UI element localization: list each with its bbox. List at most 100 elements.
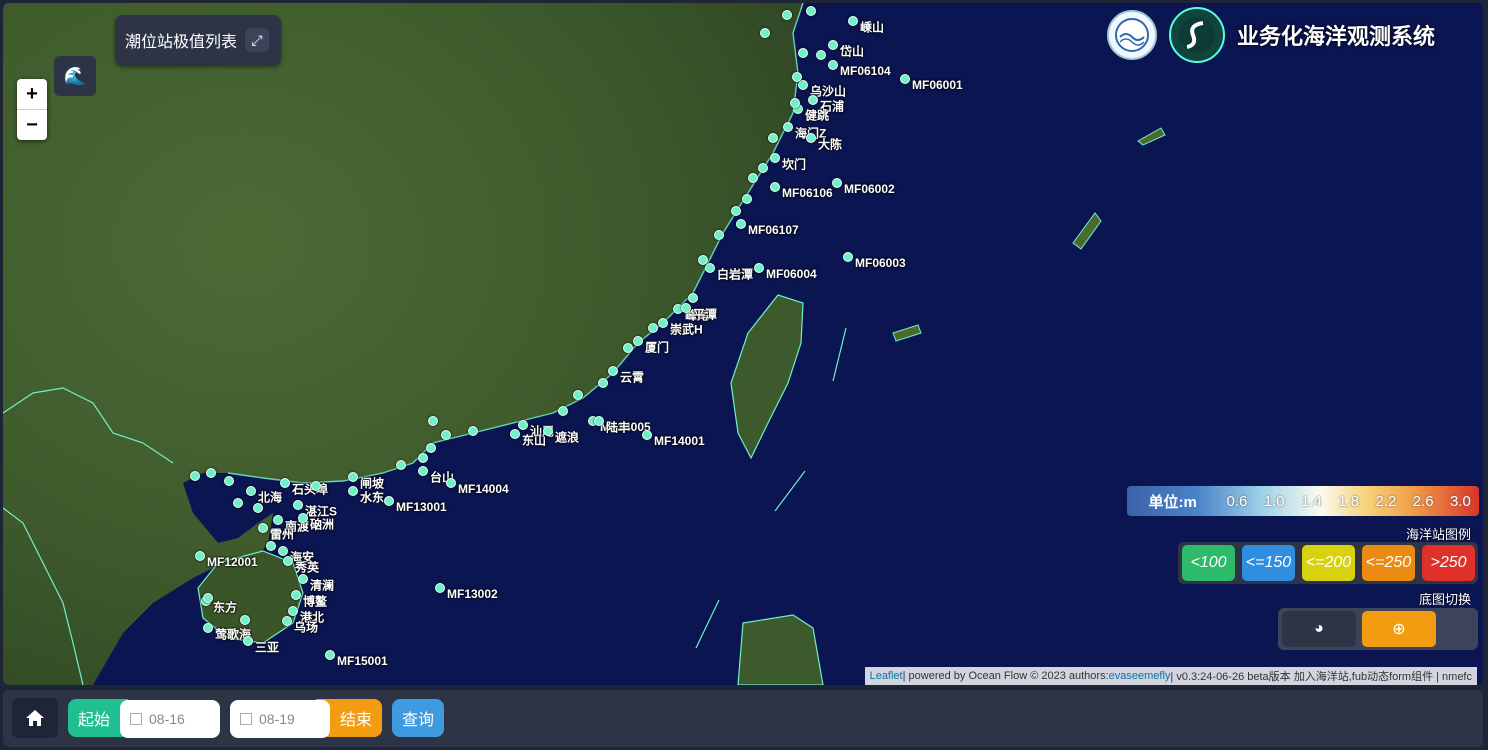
station-marker[interactable] [573,390,583,400]
station-marker[interactable] [282,616,292,626]
query-button[interactable]: 查询 [392,699,444,737]
station-marker[interactable] [848,16,858,26]
legend-item-le150[interactable]: <=150 [1242,545,1295,581]
station-marker[interactable] [446,478,456,488]
station-marker[interactable] [298,513,308,523]
station-marker[interactable] [206,468,216,478]
station-marker[interactable] [808,95,818,105]
station-marker[interactable] [348,472,358,482]
start-date-input[interactable]: 08-16 [120,700,220,738]
station-marker[interactable] [325,650,335,660]
station-marker[interactable] [384,496,394,506]
legend-item-gt250[interactable]: >250 [1422,545,1475,581]
station-marker[interactable] [832,178,842,188]
station-marker[interactable] [293,500,303,510]
station-marker[interactable] [418,453,428,463]
station-marker[interactable] [792,72,802,82]
station-marker[interactable] [806,133,816,143]
station-marker[interactable] [688,293,698,303]
station-marker[interactable] [348,486,358,496]
station-marker[interactable] [273,515,283,525]
station-marker[interactable] [758,163,768,173]
station-marker[interactable] [426,443,436,453]
station-marker[interactable] [623,343,633,353]
station-marker[interactable] [681,303,691,313]
wave-layer-button[interactable]: 🌊 [54,56,96,96]
station-marker[interactable] [748,173,758,183]
station-marker[interactable] [418,466,428,476]
station-marker[interactable] [736,219,746,229]
legend-item-le250[interactable]: <=250 [1362,545,1415,581]
station-marker[interactable] [598,378,608,388]
station-marker[interactable] [754,263,764,273]
station-marker[interactable] [518,420,528,430]
expand-icon[interactable]: ⤢ [245,28,269,52]
station-marker[interactable] [594,416,604,426]
zoom-out-button[interactable]: − [17,109,47,140]
station-marker[interactable] [658,318,668,328]
station-marker[interactable] [714,230,724,240]
station-marker[interactable] [642,430,652,440]
station-marker[interactable] [246,486,256,496]
station-marker[interactable] [828,60,838,70]
legend-item-lt100[interactable]: <100 [1182,545,1235,581]
station-marker[interactable] [798,48,808,58]
station-marker[interactable] [783,122,793,132]
station-marker[interactable] [468,426,478,436]
station-marker[interactable] [278,546,288,556]
basemap-satellite-button[interactable]: ◕ [1282,611,1356,647]
home-button[interactable] [12,698,58,738]
station-marker[interactable] [298,574,308,584]
station-marker[interactable] [828,40,838,50]
station-marker[interactable] [608,366,618,376]
station-marker[interactable] [790,98,800,108]
map-view[interactable]: 嵊山岱山MF06104MF06001乌沙山石浦健跳海门Z大陈坎门MF06106M… [3,3,1483,685]
legend-item-le200[interactable]: <=200 [1302,545,1355,581]
station-marker[interactable] [203,623,213,633]
end-date-input[interactable]: 08-19 [230,700,330,738]
station-marker[interactable] [195,551,205,561]
station-marker[interactable] [428,416,438,426]
station-marker[interactable] [705,263,715,273]
station-marker[interactable] [770,182,780,192]
station-marker[interactable] [258,523,268,533]
author-link[interactable]: evaseemefly [1109,670,1171,682]
zoom-in-button[interactable]: + [17,79,47,109]
tide-extreme-list-panel[interactable]: 潮位站极值列表 ⤢ [115,15,281,65]
basemap-switch: ◕ ⊕ [1278,608,1478,650]
station-marker[interactable] [224,476,234,486]
station-marker[interactable] [742,194,752,204]
station-marker[interactable] [731,206,741,216]
station-marker[interactable] [435,583,445,593]
station-marker[interactable] [782,10,792,20]
station-marker[interactable] [816,50,826,60]
station-marker[interactable] [510,429,520,439]
basemap-globe-button[interactable]: ⊕ [1362,611,1436,647]
station-marker[interactable] [190,471,200,481]
station-marker[interactable] [288,606,298,616]
station-marker[interactable] [648,323,658,333]
station-marker[interactable] [311,481,321,491]
station-marker[interactable] [633,336,643,346]
station-marker[interactable] [900,74,910,84]
station-marker[interactable] [768,133,778,143]
station-marker[interactable] [240,615,250,625]
station-marker[interactable] [760,28,770,38]
leaflet-link[interactable]: Leaflet [870,670,903,682]
station-marker[interactable] [798,80,808,90]
station-marker[interactable] [396,460,406,470]
station-marker[interactable] [233,498,243,508]
station-marker[interactable] [843,252,853,262]
station-marker[interactable] [203,593,213,603]
station-marker[interactable] [558,406,568,416]
station-marker[interactable] [291,590,301,600]
station-marker[interactable] [283,556,293,566]
station-marker[interactable] [243,636,253,646]
station-marker[interactable] [698,255,708,265]
station-marker[interactable] [441,430,451,440]
station-marker[interactable] [253,503,263,513]
station-marker[interactable] [280,478,290,488]
station-marker[interactable] [266,541,276,551]
station-marker[interactable] [770,153,780,163]
station-marker[interactable] [806,6,816,16]
